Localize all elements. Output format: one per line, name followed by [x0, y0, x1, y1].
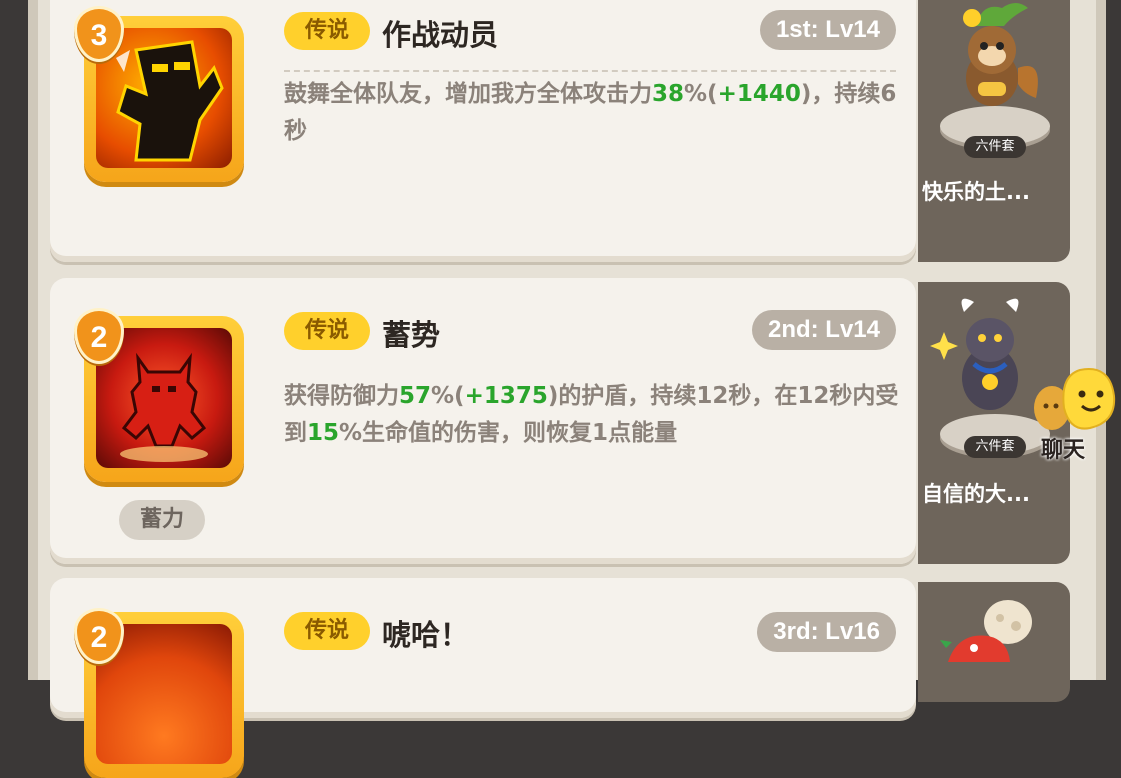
skill-name: 唬哈！: [382, 618, 470, 652]
pet-name: 自信的大...: [922, 482, 1030, 506]
chat-label: 聊天: [1040, 438, 1085, 463]
pet-name: 快乐的土...: [922, 180, 1030, 204]
rarity-tag: 传说: [284, 12, 370, 50]
skill-card-1[interactable]: 3 传说 作战动员 1st: Lv14 鼓舞全体队友，增加我方全体攻击力38%(…: [50, 0, 916, 262]
dragon-pet-icon: [940, 600, 1032, 662]
set-label: 六件套: [964, 436, 1026, 458]
skill-rank-badge: 2nd: Lv14: [751, 310, 896, 350]
chat-button[interactable]: 聊天: [1030, 362, 1121, 466]
skill-description: 鼓舞全体队友，增加我方全体攻击力38%(+1440)，持续6秒: [284, 81, 897, 144]
squirrel-pet-icon: [963, 3, 1038, 106]
charge-tag: 蓄力: [119, 500, 205, 540]
chat-mascot-icon: [1034, 368, 1116, 430]
skill-rank-badge: 1st: Lv14: [759, 10, 896, 50]
skill-name: 蓄势: [382, 318, 441, 352]
pet-panel-3[interactable]: [918, 582, 1070, 702]
skill-card-3[interactable]: 2 传说 唬哈！ 3rd: Lv16: [50, 578, 916, 778]
set-label: 六件套: [964, 136, 1026, 158]
divider: [284, 70, 896, 72]
rarity-tag: 传说: [284, 312, 370, 350]
pet-panel-1[interactable]: 六件套 快乐的土...: [918, 0, 1070, 262]
skill-description: 获得防御力57%(+1375)的护盾，持续12秒，在12秒内受到15%生命值的伤…: [284, 383, 899, 446]
skill-name: 作战动员: [382, 18, 499, 52]
skill-rank-badge: 3rd: Lv16: [757, 612, 896, 652]
skill-card-2[interactable]: 2 传说 蓄势 2nd: Lv14 获得防御力57%(+1375)的护盾，持续1…: [50, 278, 916, 564]
rarity-tag: 传说: [284, 612, 370, 650]
